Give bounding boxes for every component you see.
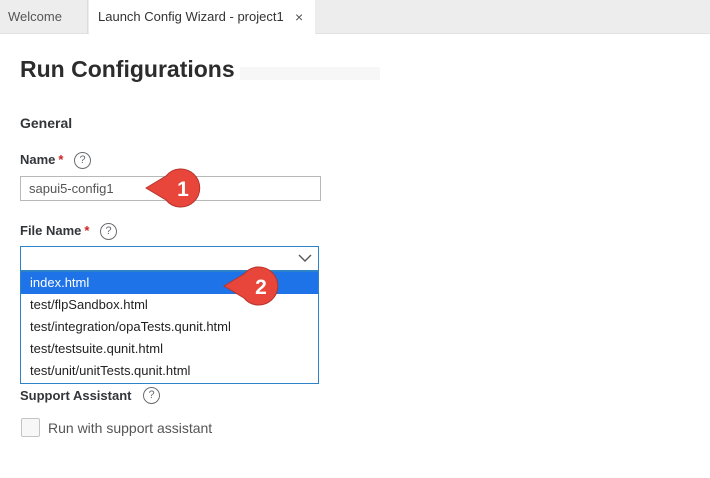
tab-launch-config-label: Launch Config Wizard - project1 bbox=[98, 9, 284, 24]
callout-1-shape bbox=[145, 168, 201, 208]
dropdown-option[interactable]: test/testsuite.qunit.html bbox=[21, 338, 318, 360]
close-icon[interactable]: × bbox=[295, 0, 303, 34]
name-label: Name * bbox=[20, 152, 63, 167]
dropdown-option[interactable]: test/integration/opaTests.qunit.html bbox=[21, 316, 318, 338]
callout-1-number: 1 bbox=[177, 178, 189, 201]
name-label-text: Name bbox=[20, 152, 56, 167]
editor-tab-bar: Welcome Launch Config Wizard - project1 … bbox=[0, 0, 710, 35]
chevron-down-icon[interactable] bbox=[298, 253, 312, 263]
title-decoration bbox=[240, 67, 380, 80]
callout-2-marker: 2 bbox=[223, 266, 279, 306]
required-asterisk: * bbox=[84, 223, 90, 238]
required-asterisk: * bbox=[58, 152, 64, 167]
help-icon[interactable]: ? bbox=[143, 387, 160, 404]
support-assistant-checkbox[interactable] bbox=[21, 418, 40, 437]
support-assistant-label: Support Assistant bbox=[20, 388, 132, 403]
help-icon[interactable]: ? bbox=[74, 152, 91, 169]
tab-welcome[interactable]: Welcome bbox=[0, 0, 88, 34]
tab-launch-config-wizard[interactable]: Launch Config Wizard - project1 × bbox=[89, 0, 315, 35]
section-general-heading: General bbox=[20, 115, 73, 131]
help-icon[interactable]: ? bbox=[100, 223, 117, 240]
callout-2-number: 2 bbox=[255, 276, 267, 299]
tab-welcome-label: Welcome bbox=[8, 9, 62, 24]
callout-2-shape bbox=[223, 266, 279, 306]
file-name-label: File Name * bbox=[20, 223, 89, 238]
dropdown-option[interactable]: test/unit/unitTests.qunit.html bbox=[21, 360, 318, 382]
support-assistant-checkbox-label[interactable]: Run with support assistant bbox=[48, 420, 212, 436]
page-title: Run Configurations bbox=[20, 56, 235, 82]
callout-1-marker: 1 bbox=[145, 168, 201, 208]
file-name-label-text: File Name bbox=[20, 223, 82, 238]
